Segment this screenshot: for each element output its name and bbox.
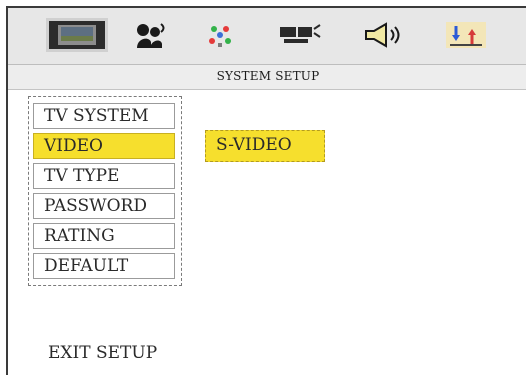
- setup-menu: TV SYSTEM VIDEO TV TYPE PASSWORD RATING …: [28, 96, 182, 286]
- menu-item-video[interactable]: VIDEO: [33, 133, 175, 159]
- parental-icon[interactable]: [276, 18, 322, 52]
- menu-item-tv-system[interactable]: TV SYSTEM: [33, 103, 175, 129]
- menu-item-default[interactable]: DEFAULT: [33, 253, 175, 279]
- misc-icon[interactable]: [444, 18, 488, 52]
- section-bar: SYSTEM SETUP: [8, 65, 526, 90]
- audio-icon[interactable]: [360, 18, 408, 52]
- system-setup-icon[interactable]: [46, 18, 108, 52]
- section-title: SYSTEM SETUP: [216, 69, 320, 83]
- setup-window: SYSTEM SETUP TV SYSTEM VIDEO TV TYPE PAS…: [6, 6, 526, 375]
- video-option-s-video[interactable]: S-VIDEO: [205, 130, 325, 162]
- setup-toolbar: [8, 8, 526, 65]
- exit-setup[interactable]: EXIT SETUP: [48, 343, 157, 363]
- language-icon[interactable]: [132, 18, 168, 52]
- menu-item-rating[interactable]: RATING: [33, 223, 175, 249]
- menu-item-tv-type[interactable]: TV TYPE: [33, 163, 175, 189]
- video-icon[interactable]: [202, 18, 238, 52]
- menu-item-password[interactable]: PASSWORD: [33, 193, 175, 219]
